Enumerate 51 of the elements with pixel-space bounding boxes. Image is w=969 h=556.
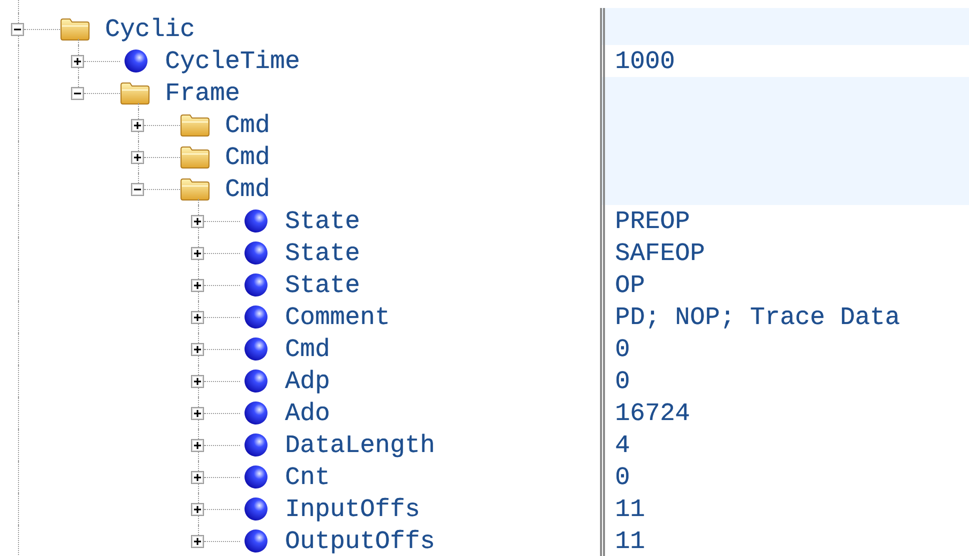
expand-icon[interactable] bbox=[191, 502, 204, 516]
node-label[interactable]: OutputOffs bbox=[285, 526, 436, 556]
node-label[interactable]: Comment bbox=[285, 302, 390, 332]
node-label[interactable]: DataLength bbox=[285, 430, 436, 460]
collapse-icon[interactable] bbox=[11, 22, 24, 36]
value-cell: PD; NOP; Trace Data bbox=[615, 302, 900, 332]
expand-icon[interactable] bbox=[191, 470, 204, 484]
collapse-icon[interactable] bbox=[131, 182, 144, 196]
node-label[interactable]: CycleTime bbox=[165, 46, 300, 76]
folder-icon bbox=[180, 177, 210, 201]
expand-icon[interactable] bbox=[191, 534, 204, 548]
expand-icon[interactable] bbox=[191, 278, 204, 292]
value-cell: 0 bbox=[615, 334, 630, 364]
expand-icon[interactable] bbox=[191, 438, 204, 452]
node-label[interactable]: State bbox=[285, 270, 360, 300]
expand-icon[interactable] bbox=[191, 246, 204, 260]
node-label[interactable]: Cmd bbox=[225, 174, 270, 204]
expand-icon[interactable] bbox=[191, 406, 204, 420]
value-cell: PREOP bbox=[615, 206, 690, 236]
node-label[interactable]: InputOffs bbox=[285, 494, 420, 524]
folder-icon bbox=[180, 145, 210, 169]
expand-icon[interactable] bbox=[131, 118, 144, 132]
value-cell: 1000 bbox=[615, 46, 676, 76]
expand-icon[interactable] bbox=[191, 342, 204, 356]
value-cell: OP bbox=[615, 270, 646, 300]
collapse-icon[interactable] bbox=[71, 86, 84, 100]
node-label[interactable]: Frame bbox=[165, 78, 240, 108]
expand-icon[interactable] bbox=[191, 374, 204, 388]
node-label[interactable]: Cmd bbox=[225, 142, 270, 172]
value-cell: 11 bbox=[615, 526, 646, 556]
value-cell: 4 bbox=[615, 430, 630, 460]
expand-icon[interactable] bbox=[71, 54, 84, 68]
expand-icon[interactable] bbox=[191, 214, 204, 228]
value-cell: 0 bbox=[615, 366, 630, 396]
node-label[interactable]: Cyclic bbox=[105, 14, 196, 44]
node-label[interactable]: Cmd bbox=[285, 334, 330, 364]
folder-icon bbox=[120, 81, 150, 105]
expand-icon[interactable] bbox=[191, 310, 204, 324]
folder-icon bbox=[60, 17, 90, 41]
node-label[interactable]: State bbox=[285, 206, 360, 236]
value-cell: 16724 bbox=[615, 398, 690, 428]
node-label[interactable]: Cmd bbox=[225, 110, 270, 140]
node-label[interactable]: Adp bbox=[285, 366, 330, 396]
expand-icon[interactable] bbox=[131, 150, 144, 164]
value-cell: SAFEOP bbox=[615, 238, 706, 268]
node-label[interactable]: Cnt bbox=[285, 462, 330, 492]
folder-icon bbox=[180, 113, 210, 137]
node-label[interactable]: Ado bbox=[285, 398, 330, 428]
value-cell: 0 bbox=[615, 462, 630, 492]
node-label[interactable]: State bbox=[285, 238, 360, 268]
value-cell: 11 bbox=[615, 494, 646, 524]
